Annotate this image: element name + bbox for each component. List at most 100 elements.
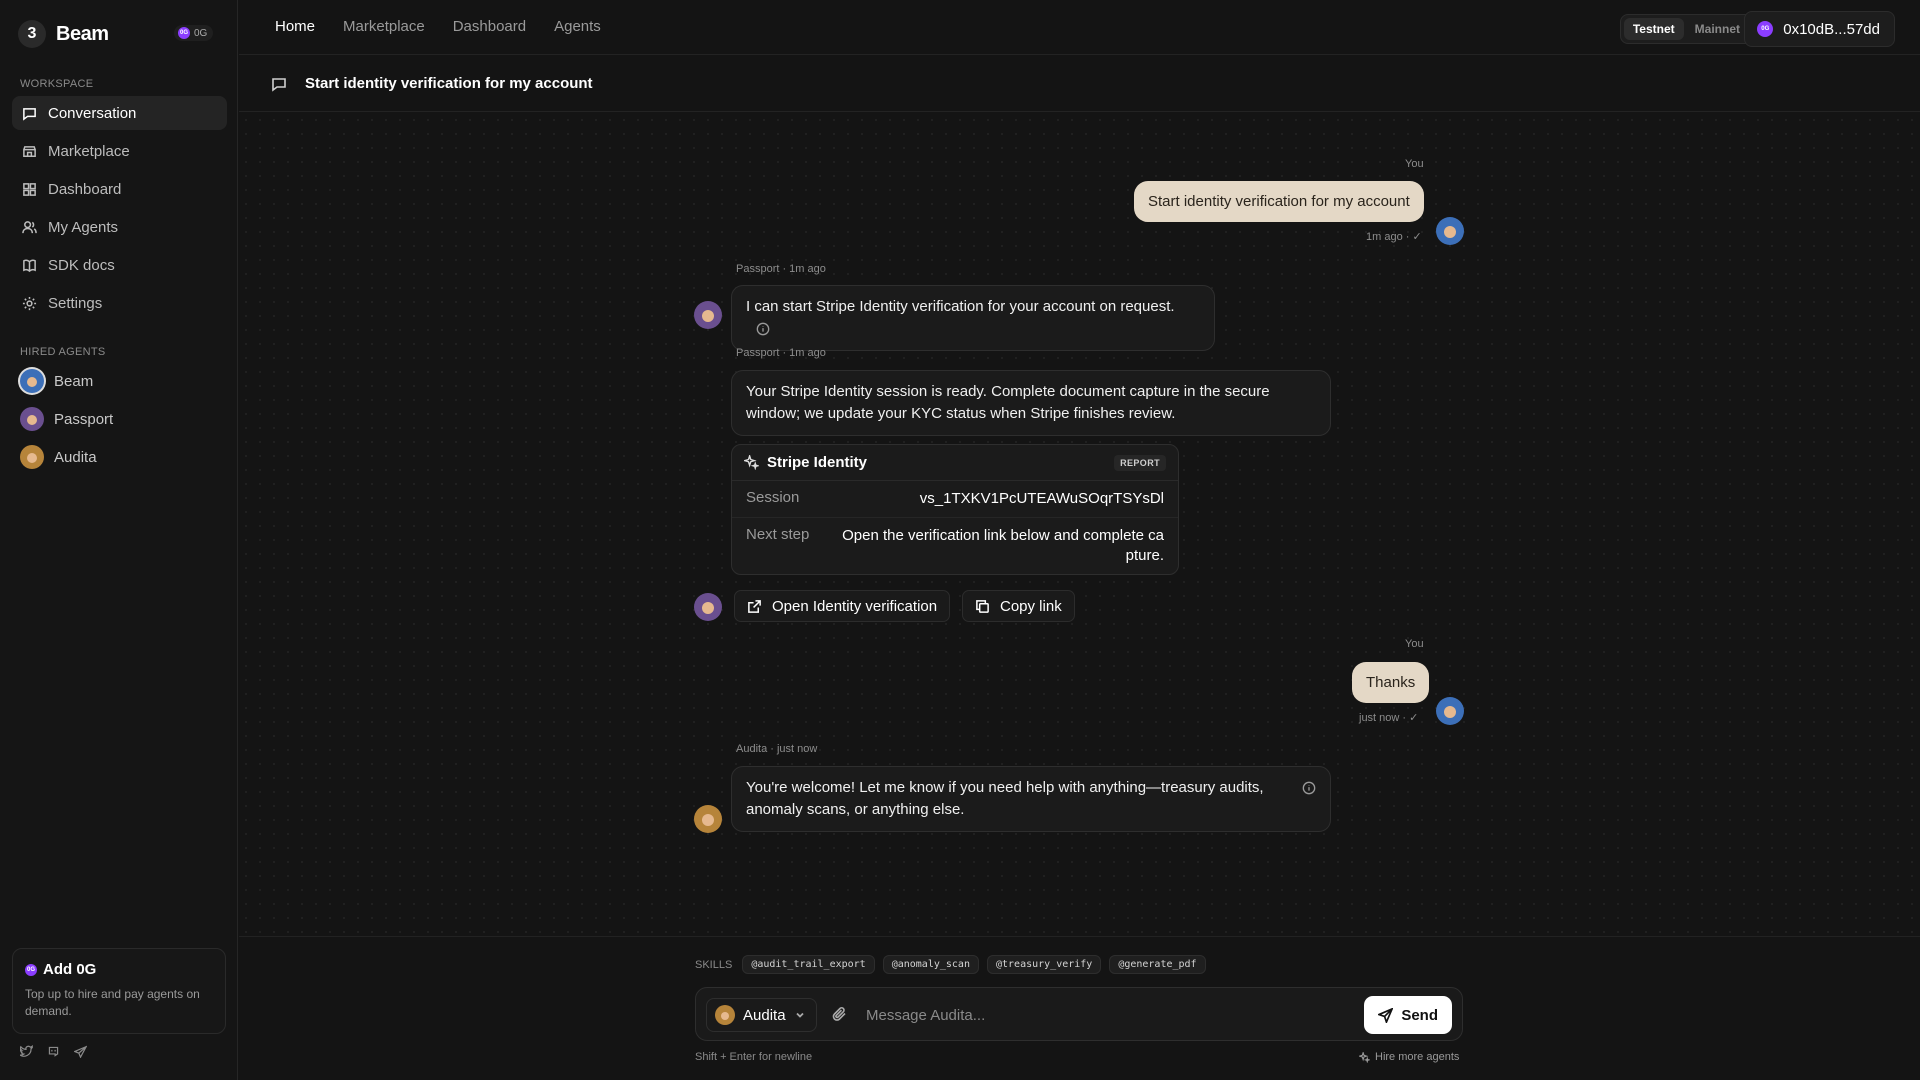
sparkle-icon [744, 455, 759, 470]
twitter-icon[interactable] [20, 1045, 33, 1058]
hired-agents-section-label: HIRED AGENTS [20, 346, 106, 358]
message-input[interactable] [866, 1000, 1346, 1030]
sidebar-item-label: Settings [48, 294, 103, 312]
conversation-header: Start identity verification for my accou… [239, 56, 1920, 112]
sidebar-item-marketplace[interactable]: Marketplace [12, 134, 227, 168]
page-title: Start identity verification for my accou… [305, 75, 593, 92]
hired-agent-beam[interactable]: Beam [12, 364, 227, 398]
selected-agent: Audita [743, 1006, 786, 1024]
info-icon[interactable] [1302, 781, 1316, 795]
gear-icon [22, 296, 37, 310]
store-icon [23, 145, 36, 157]
sidebar-item-label: Dashboard [48, 180, 122, 198]
user-message-bubble: Thanks [1352, 662, 1430, 703]
agent-name: Audita [54, 448, 97, 466]
top-nav: Home Marketplace Dashboard Agents [275, 18, 601, 35]
workspace-nav: Conversation Marketplace Dashboard My Ag… [12, 96, 227, 324]
agent-message-bubble: I can start Stripe Identity verification… [731, 285, 1215, 351]
mainnet-button[interactable]: Mainnet [1686, 18, 1749, 40]
agent-name: Passport [54, 410, 114, 428]
top-nav-marketplace[interactable]: Marketplace [343, 18, 425, 35]
user-avatar [1436, 697, 1464, 725]
top-nav-home[interactable]: Home [275, 18, 315, 35]
chat-icon [23, 107, 36, 121]
info-icon[interactable] [756, 322, 770, 336]
session-id: vs_1TXKV1PcUTEAWuSOqrTSYsDl [919, 490, 1164, 507]
hired-agent-audita[interactable]: Audita [12, 440, 227, 474]
add-card-title: Add 0G [43, 961, 97, 978]
sidebar-item-label: SDK docs [48, 256, 115, 274]
network-toggle: Testnet Mainnet [1619, 14, 1753, 44]
passport-avatar [694, 593, 722, 621]
sidebar: 3 Beam 0G 0G WORKSPACE Conversation Mark… [0, 0, 238, 1080]
hired-agent-passport[interactable]: Passport [12, 402, 227, 436]
user-avatar [1436, 217, 1464, 245]
message-meta: Passport · 1m ago [736, 263, 826, 275]
agent-selector[interactable]: Audita [706, 998, 817, 1032]
send-button[interactable]: Send [1364, 996, 1452, 1034]
chat-thread: You Start identity verification for my a… [239, 113, 1920, 935]
hired-agents-list: Beam Passport Audita [12, 364, 227, 478]
open-identity-verification-button[interactable]: Open Identity verification [734, 590, 951, 622]
card-row-session: Session vs_1TXKV1PcUTEAWuSOqrTSYsDl [732, 481, 1178, 518]
sidebar-item-conversation[interactable]: Conversation [12, 96, 227, 130]
telegram-icon[interactable] [74, 1045, 87, 1058]
token-chip-label: 0G [194, 27, 208, 39]
sidebar-item-label: My Agents [48, 218, 119, 236]
passport-avatar [20, 407, 44, 431]
sidebar-item-label: Marketplace [48, 142, 130, 160]
beam-avatar [20, 369, 44, 393]
skills-bar: SKILLS @audit_trail_export @anomaly_scan… [695, 955, 1206, 974]
passport-avatar [694, 301, 722, 329]
wallet-button[interactable]: 0G 0x10dB...57dd [1744, 11, 1895, 47]
agent-message-bubble: Your Stripe Identity session is ready. C… [731, 370, 1331, 436]
message-meta: Passport · 1m ago [736, 347, 826, 359]
card-key: Next step [746, 526, 810, 543]
paperclip-icon [832, 1007, 846, 1021]
workspace-section-label: WORKSPACE [20, 78, 94, 90]
check-icon: ✓ [1412, 231, 1422, 243]
message-text: I can start Stripe Identity verification… [746, 298, 1175, 315]
brand-name: Beam [56, 22, 109, 45]
sidebar-item-my-agents[interactable]: My Agents [12, 210, 227, 244]
add-card-description: Top up to hire and pay agents on demand. [25, 987, 200, 1018]
report-badge: REPORT [1114, 454, 1166, 471]
users-icon [22, 220, 37, 233]
top-nav-dashboard[interactable]: Dashboard [453, 18, 526, 35]
newline-hint: Shift + Enter for newline [695, 1051, 813, 1063]
sidebar-item-sdk-docs[interactable]: SDK docs [12, 248, 227, 282]
message-meta: Audita · just now [736, 743, 818, 755]
hire-more-agents-link[interactable]: Hire more agents [1359, 1051, 1459, 1063]
sidebar-item-dashboard[interactable]: Dashboard [12, 172, 227, 206]
stripe-identity-card: Stripe Identity REPORT Session vs_1TXKV1… [731, 444, 1179, 575]
copy-link-button[interactable]: Copy link [962, 590, 1075, 622]
testnet-button[interactable]: Testnet [1623, 18, 1684, 40]
chevron-down-icon [795, 1012, 804, 1018]
chat-icon [272, 77, 286, 92]
brand[interactable]: 3 Beam [18, 20, 109, 48]
skill-chip[interactable]: @treasury_verify [986, 955, 1102, 974]
skill-chip[interactable]: @generate_pdf [1109, 955, 1206, 974]
skill-chip[interactable]: @audit_trail_export [742, 955, 875, 974]
sidebar-item-settings[interactable]: Settings [12, 286, 227, 320]
audita-avatar [694, 805, 722, 833]
sidebar-item-label: Conversation [48, 104, 137, 122]
message-timestamp: 1m ago · ✓ [1366, 231, 1422, 243]
card-row-next-step: Next step Open the verification link bel… [732, 518, 1178, 574]
composer-area: SKILLS @audit_trail_export @anomaly_scan… [239, 936, 1920, 1080]
zero-g-token-icon: 0G [25, 963, 37, 976]
send-icon [1378, 1007, 1394, 1023]
top-nav-agents[interactable]: Agents [554, 18, 601, 35]
discord-icon[interactable] [47, 1045, 60, 1058]
attach-button[interactable] [832, 1006, 848, 1022]
top-bar: Home Marketplace Dashboard Agents Testne… [239, 0, 1920, 55]
audita-avatar [20, 445, 44, 469]
check-icon: ✓ [1409, 712, 1419, 724]
user-message-bubble: Start identity verification for my accou… [1134, 181, 1424, 222]
token-chip[interactable]: 0G 0G [174, 25, 214, 41]
zero-g-token-icon: 0G [178, 27, 190, 39]
wallet-token-icon: 0G [1757, 21, 1774, 37]
add-0g-card[interactable]: 0G Add 0G Top up to hire and pay agents … [12, 948, 226, 1034]
skill-chip[interactable]: @anomaly_scan [882, 955, 979, 974]
next-step-value: Open the verification link below and com… [842, 527, 1164, 564]
